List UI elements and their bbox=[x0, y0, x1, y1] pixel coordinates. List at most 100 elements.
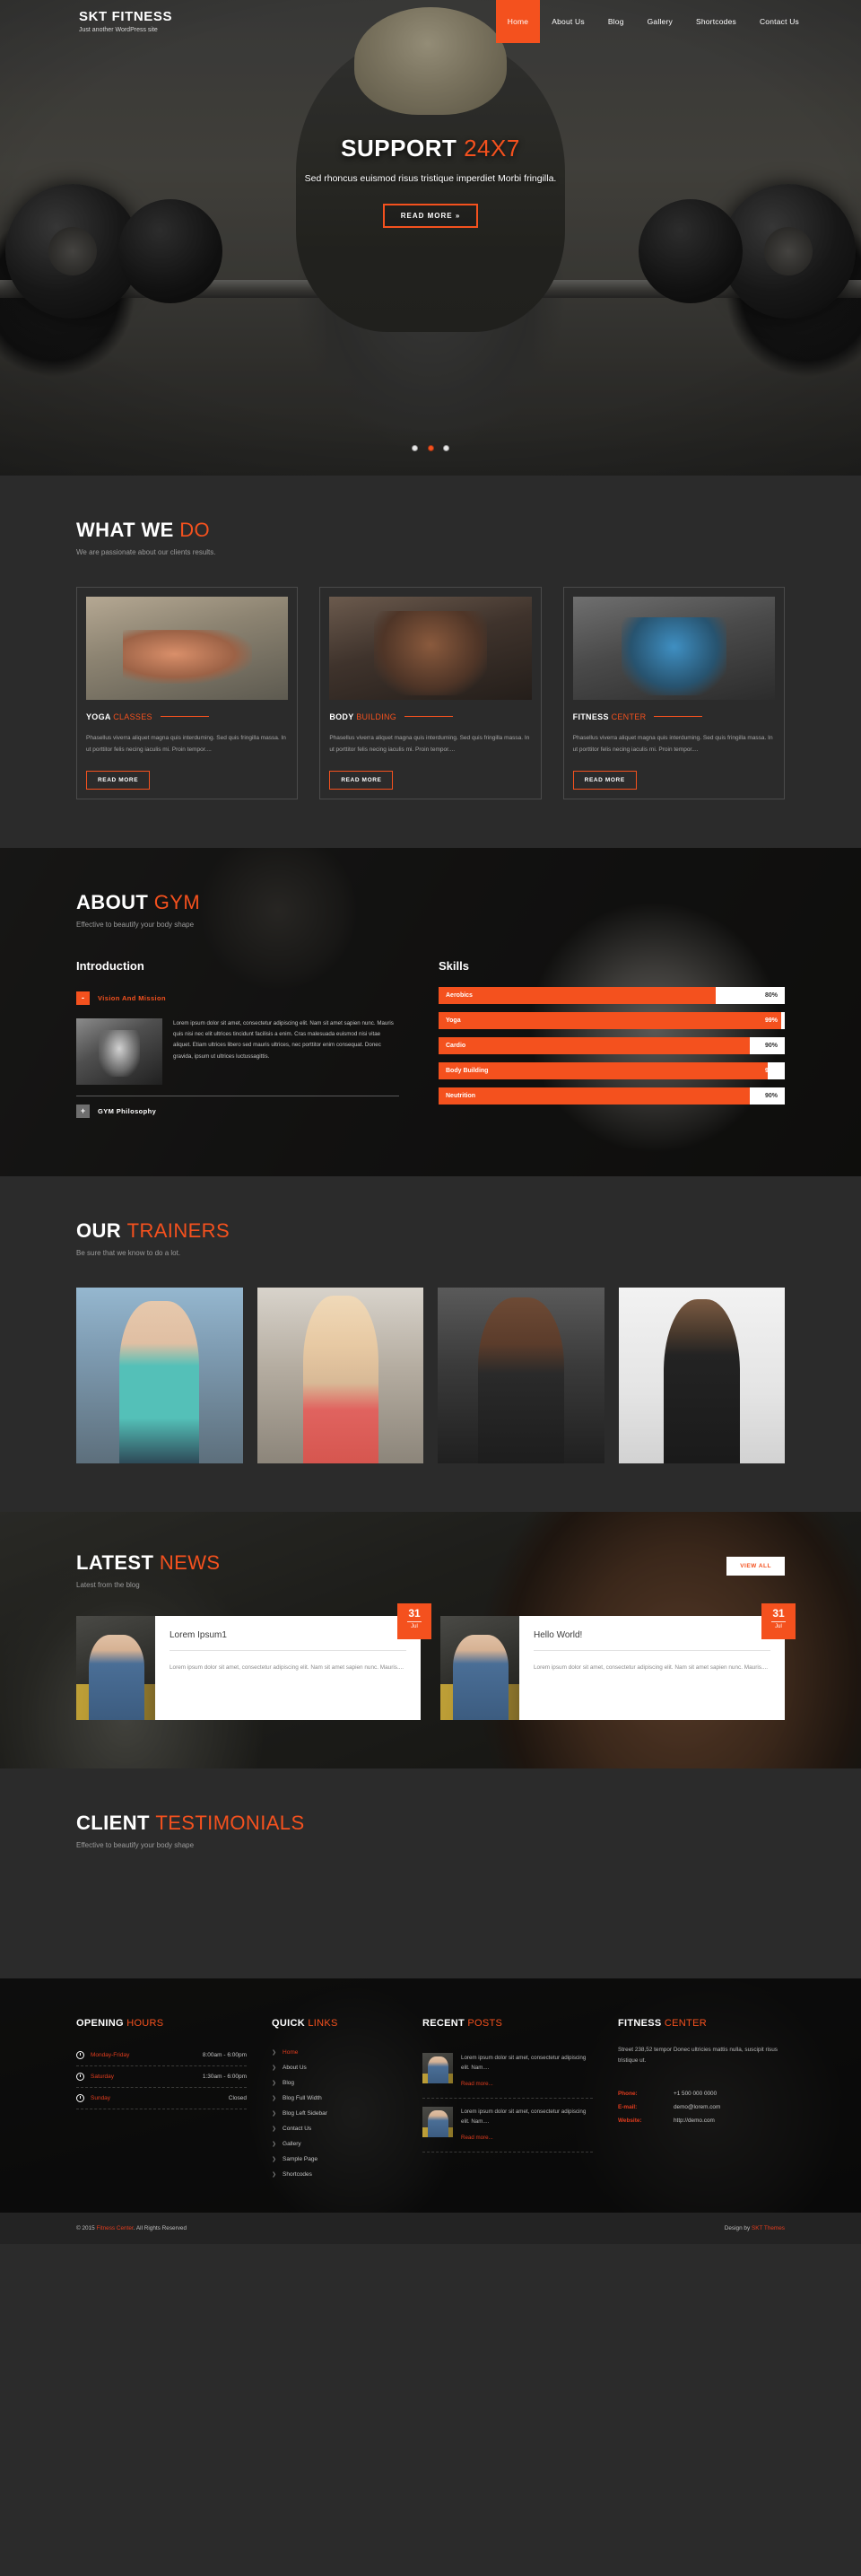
quick-link-home[interactable]: Home bbox=[283, 2049, 298, 2056]
news-item[interactable]: 31 Jul Hello World! Lorem ipsum dolor si… bbox=[440, 1602, 796, 1720]
trainers-title-accent: TRAINERS bbox=[126, 1218, 230, 1242]
quick-link-blog-left-sidebar[interactable]: Blog Left Sidebar bbox=[283, 2110, 327, 2117]
service-card-description: Phasellus viverra aliquet magna quis int… bbox=[572, 735, 773, 754]
service-card-read-more-button[interactable]: READ MORE bbox=[86, 770, 151, 790]
accordion-item-vision-and-mission: - Vision And Mission Lorem ipsum dolor s… bbox=[76, 987, 399, 1096]
skill-percent: 90% bbox=[764, 1042, 778, 1049]
news-post-title[interactable]: Lorem Ipsum1 bbox=[170, 1630, 406, 1651]
quick-link-sample-page[interactable]: Sample Page bbox=[283, 2156, 317, 2162]
recent-post-row[interactable]: Lorem ipsum dolor sit amet, consectetur … bbox=[422, 2045, 593, 2099]
view-all-button[interactable]: VIEW ALL bbox=[726, 1556, 785, 1576]
nav-item-about-us[interactable]: About Us bbox=[540, 0, 596, 43]
about-title-white: ABOUT bbox=[76, 890, 149, 913]
contact-row-website: Website: http://demo.com bbox=[618, 2114, 785, 2127]
recent-post-read-more-link[interactable]: Read more... bbox=[461, 2081, 493, 2087]
skill-name: Body Building bbox=[446, 1067, 489, 1074]
service-card-read-more-button[interactable]: READ MORE bbox=[572, 770, 637, 790]
trainer-card-4[interactable] bbox=[618, 1287, 785, 1463]
accordion-header[interactable]: - Vision And Mission bbox=[76, 987, 399, 1009]
quick-link-row: ❯ Contact Us bbox=[272, 2121, 397, 2136]
hero-subtitle: Sed rhoncus euismod risus tristique impe… bbox=[304, 173, 557, 184]
accordion-header[interactable]: + GYM Philosophy bbox=[76, 1100, 399, 1122]
quick-link-gallery[interactable]: Gallery bbox=[283, 2141, 301, 2147]
design-credit-prefix: Design by bbox=[724, 2224, 752, 2231]
skill-row-yoga: Yoga 99% bbox=[439, 1011, 785, 1029]
quick-link-contact-us[interactable]: Contact Us bbox=[283, 2126, 311, 2132]
news-thumbnail bbox=[440, 1615, 519, 1720]
slider-dot-2[interactable] bbox=[427, 445, 434, 451]
slider-dot-1[interactable] bbox=[412, 445, 419, 451]
quick-link-row: ❯ Blog bbox=[272, 2075, 397, 2091]
news-header: LATEST NEWS Latest from the blog VIEW AL… bbox=[76, 1551, 785, 1589]
recent-posts-title: RECENT POSTS bbox=[422, 2018, 593, 2029]
service-card-image bbox=[329, 597, 532, 700]
testimonials-subtitle: Effective to beautify your body shape bbox=[76, 1840, 195, 1849]
opening-hours-title: OPENING HOURS bbox=[76, 2018, 247, 2029]
nav-item-blog[interactable]: Blog bbox=[596, 0, 636, 43]
quick-link-shortcodes[interactable]: Shortcodes bbox=[283, 2171, 312, 2178]
recent-post-read-more-link[interactable]: Read more... bbox=[461, 2135, 493, 2141]
contact-value-phone[interactable]: +1 500 000 0000 bbox=[674, 2091, 717, 2097]
nav-item-home[interactable]: Home bbox=[495, 0, 541, 43]
quick-link-blog[interactable]: Blog bbox=[283, 2080, 294, 2086]
news-card-body: 31 Jul Hello World! Lorem ipsum dolor si… bbox=[519, 1602, 796, 1720]
skill-name: Cardio bbox=[446, 1042, 466, 1049]
contact-row-email: E-mail: demo@lorem.com bbox=[618, 2100, 785, 2114]
recent-posts-title-white: RECENT bbox=[422, 2017, 465, 2029]
opening-hours-title-white: OPENING bbox=[76, 2017, 124, 2029]
about-header: ABOUT GYM Effective to beautify your bod… bbox=[76, 891, 785, 929]
site-header: SKT FITNESS Just another WordPress site … bbox=[0, 0, 861, 43]
service-card-image bbox=[86, 597, 289, 700]
skill-name: Aerobics bbox=[446, 991, 473, 999]
trainer-card-1[interactable] bbox=[76, 1287, 243, 1463]
nav-item-contact-us[interactable]: Contact Us bbox=[748, 0, 811, 43]
slider-dot-3[interactable] bbox=[442, 445, 449, 451]
news-item[interactable]: 31 Jul Lorem Ipsum1 Lorem ipsum dolor si… bbox=[76, 1602, 431, 1720]
skill-bar-fill bbox=[439, 1036, 751, 1054]
hero-read-more-button[interactable]: READ MORE » bbox=[382, 204, 479, 228]
quick-links-title: QUICK LINKS bbox=[272, 2018, 397, 2029]
copyright-text: © 2015 Fitness Center. All Rights Reserv… bbox=[76, 2225, 187, 2231]
recent-post-row[interactable]: Lorem ipsum dolor sit amet, consectetur … bbox=[422, 2099, 593, 2152]
design-credit: Design by SKT Themes bbox=[725, 2225, 785, 2231]
contact-row-phone: Phone: +1 500 000 0000 bbox=[618, 2087, 785, 2100]
nav-item-shortcodes[interactable]: Shortcodes bbox=[684, 0, 748, 43]
contact-title-accent: CENTER bbox=[664, 2017, 707, 2029]
contact-value-website[interactable]: http://demo.com bbox=[674, 2118, 715, 2124]
trainer-card-2[interactable] bbox=[257, 1287, 423, 1463]
design-credit-link[interactable]: SKT Themes bbox=[752, 2225, 785, 2231]
footer-contact: FITNESS CENTER Street 238,52 tempor Done… bbox=[618, 2018, 785, 2182]
what-we-do-subtitle: We are passionate about our clients resu… bbox=[76, 548, 216, 556]
quick-link-blog-full-width[interactable]: Blog Full Width bbox=[283, 2095, 322, 2101]
testimonials-section: CLIENT TESTIMONIALS Effective to beautif… bbox=[0, 1768, 861, 1978]
opening-hours-day: Sunday bbox=[91, 2094, 111, 2101]
service-card-read-more-button[interactable]: READ MORE bbox=[329, 770, 394, 790]
quick-links-title-white: QUICK bbox=[272, 2017, 305, 2029]
skill-bar: Body Building 95% bbox=[439, 1061, 785, 1079]
skills-column: Skills Aerobics 80% Yoga 99% Cardio 90% … bbox=[439, 959, 785, 1126]
skill-percent: 99% bbox=[764, 1017, 778, 1024]
copyright-site-link[interactable]: Fitness Center bbox=[96, 2225, 133, 2231]
news-post-excerpt: Lorem ipsum dolor sit amet, consectetur … bbox=[534, 1663, 769, 1671]
hero-slider: SKT FITNESS Just another WordPress site … bbox=[0, 0, 861, 476]
service-card[interactable]: FITNESS CENTER Phasellus viverra aliquet… bbox=[562, 587, 785, 799]
recent-posts-title-accent: POSTS bbox=[467, 2017, 503, 2029]
service-card[interactable]: YOGA CLASSES Phasellus viverra aliquet m… bbox=[76, 587, 299, 799]
date-divider bbox=[407, 1620, 422, 1622]
recent-post-thumbnail bbox=[422, 2106, 453, 2137]
quick-link-about-us[interactable]: About Us bbox=[283, 2065, 307, 2071]
site-brand[interactable]: SKT FITNESS Just another WordPress site bbox=[79, 10, 172, 33]
news-date-day: 31 bbox=[408, 1606, 421, 1620]
chevron-right-icon: ❯ bbox=[272, 2156, 277, 2162]
news-post-excerpt: Lorem ipsum dolor sit amet, consectetur … bbox=[170, 1663, 404, 1671]
service-card[interactable]: BODY BUILDING Phasellus viverra aliquet … bbox=[319, 587, 542, 799]
contact-value-email[interactable]: demo@lorem.com bbox=[674, 2104, 720, 2110]
news-post-title[interactable]: Hello World! bbox=[534, 1630, 770, 1651]
nav-item-gallery[interactable]: Gallery bbox=[636, 0, 684, 43]
trainer-card-3[interactable] bbox=[438, 1287, 604, 1463]
news-date-month: Jul bbox=[775, 1623, 782, 1629]
footer-opening-hours: OPENING HOURS Monday-Friday 8:00am - 6:0… bbox=[76, 2018, 247, 2182]
title-rule bbox=[160, 716, 209, 717]
plus-icon: + bbox=[76, 1104, 90, 1118]
news-title-white: LATEST bbox=[76, 1550, 154, 1574]
